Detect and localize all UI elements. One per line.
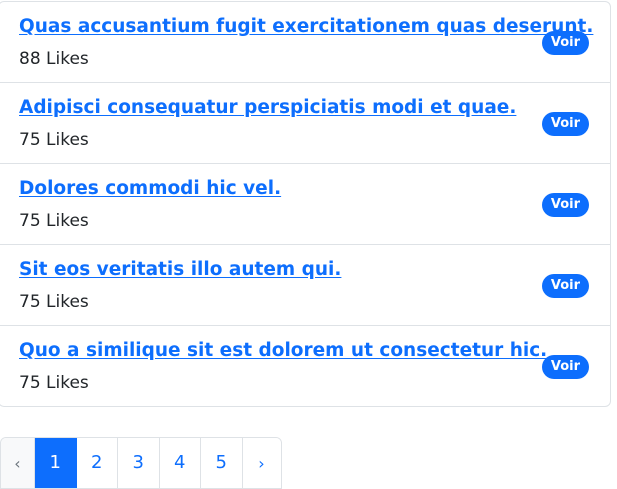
post-title-link[interactable]: Quo a similique sit est dolorem ut conse… <box>19 340 547 361</box>
post-list: Quas accusantium fugit exercitationem qu… <box>0 1 611 407</box>
post-title-link[interactable]: Quas accusantium fugit exercitationem qu… <box>19 16 593 37</box>
post-title-link[interactable]: Adipisci consequatur perspiciatis modi e… <box>19 97 516 118</box>
voir-button[interactable]: Voir <box>541 112 589 136</box>
likes-count: 75 Likes <box>19 373 89 393</box>
list-item: Quas accusantium fugit exercitationem qu… <box>0 2 610 83</box>
likes-count: 75 Likes <box>19 292 89 312</box>
pagination: ‹ 1 2 3 4 5 › <box>0 437 282 489</box>
list-item: Quo a similique sit est dolorem ut conse… <box>0 326 610 406</box>
voir-button[interactable]: Voir <box>541 355 589 379</box>
list-item: Sit eos veritatis illo autem qui. 75 Lik… <box>0 245 610 326</box>
list-item: Adipisci consequatur perspiciatis modi e… <box>0 83 610 164</box>
list-item: Dolores commodi hic vel. 75 Likes Voir <box>0 164 610 245</box>
likes-count: 88 Likes <box>19 49 89 69</box>
post-title-link[interactable]: Sit eos veritatis illo autem qui. <box>19 259 341 280</box>
voir-button[interactable]: Voir <box>541 193 589 217</box>
likes-count: 75 Likes <box>19 130 89 150</box>
post-title-link[interactable]: Dolores commodi hic vel. <box>19 178 281 199</box>
likes-count: 75 Likes <box>19 211 89 231</box>
voir-button[interactable]: Voir <box>541 31 589 55</box>
voir-button[interactable]: Voir <box>541 274 589 298</box>
